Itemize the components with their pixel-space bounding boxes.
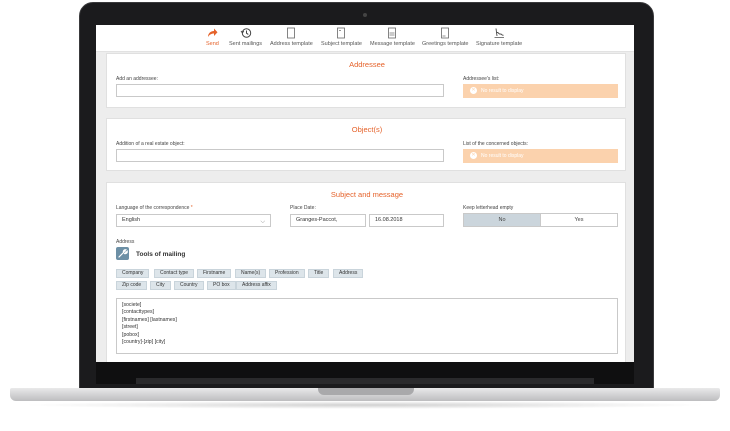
address-line: [contacttypes] [122, 309, 155, 316]
signature-icon [494, 28, 505, 38]
addressee-list-label: Addressee's list: [463, 76, 500, 82]
address-line: [country]-[zip] [city] [122, 339, 166, 346]
objects-list-label: List of the concerned objects: [463, 141, 529, 147]
laptop-mockup: Send Sent mailings Address template Subj… [0, 0, 730, 431]
add-addressee-input[interactable] [116, 84, 444, 97]
letterhead-toggle-yes[interactable]: Yes [540, 213, 618, 227]
address-line: [societe] [122, 302, 142, 308]
tools-of-mailing-title: Tools of mailing [136, 251, 186, 258]
objects-title: Object(s) [351, 125, 383, 134]
address-textarea[interactable]: [societe] [contacttypes] [firstnames] [l… [116, 298, 618, 354]
taskbar [136, 378, 594, 384]
app-screen: Send Sent mailings Address template Subj… [96, 25, 634, 362]
screen-bottom-strip [96, 362, 634, 384]
tag-firstname[interactable]: Firstname [197, 269, 232, 278]
history-icon [240, 28, 251, 38]
document-icon [337, 27, 346, 39]
chevron-down-icon: ⌵ [260, 219, 265, 225]
camera-dot [363, 13, 367, 17]
tag-company[interactable]: Company [116, 269, 150, 278]
laptop-notch [318, 388, 414, 395]
address-label: Address [116, 239, 135, 245]
address-line: [street] [122, 324, 138, 331]
add-object-label: Addition of a real estate object: [116, 141, 185, 147]
letterhead-toggle-no[interactable]: No [463, 213, 541, 227]
place-date-label: Place Date: [290, 205, 316, 211]
document-icon [287, 27, 296, 39]
objects-card: Object(s) Addition of a real estate obje… [106, 118, 626, 171]
tag-zip-code[interactable]: Zip code [116, 281, 148, 290]
tag-address-affix[interactable]: Address affix [236, 281, 277, 290]
toolbar-greetings-template[interactable]: Greetings template [422, 27, 468, 47]
wrench-icon [116, 247, 129, 260]
add-object-input[interactable] [116, 149, 444, 162]
tag-title[interactable]: Title [308, 269, 330, 278]
send-icon [208, 28, 218, 37]
document-icon [388, 27, 397, 39]
add-addressee-label: Add an addressee: [116, 76, 158, 82]
addressee-card: Addressee Add an addressee: Addressee's … [106, 53, 626, 108]
tag-country[interactable]: Country [174, 281, 204, 290]
place-input[interactable]: Granges-Paccot, [290, 214, 366, 227]
letterhead-label: Keep letterhead empty [463, 205, 514, 211]
template-toolbar: Send Sent mailings Address template Subj… [96, 25, 634, 52]
address-line: [firstnames] [lastnames] [122, 316, 177, 323]
language-select[interactable]: English ⌵ [116, 214, 271, 227]
address-line: [pobox] [122, 331, 140, 338]
tag-profession[interactable]: Profession [269, 269, 305, 278]
tag-po-box[interactable]: PO box [207, 281, 236, 290]
document-icon [441, 27, 450, 39]
addressee-list-empty: ✕ No result to display [463, 84, 618, 98]
language-label: Language of the correspondence * [116, 205, 193, 211]
toolbar-subject-template[interactable]: Subject template [321, 27, 362, 47]
objects-list-empty: ✕ No result to display [463, 149, 618, 163]
tag-names[interactable]: Name(s) [235, 269, 267, 278]
laptop-shadow [20, 401, 710, 409]
toolbar-sent-mailings[interactable]: Sent mailings [229, 27, 262, 47]
close-icon: ✕ [470, 87, 477, 95]
subject-message-card: Subject and message Language of the corr… [106, 182, 626, 362]
date-input[interactable]: 16.08.2018 [369, 214, 444, 227]
toolbar-address-template[interactable]: Address template [270, 27, 313, 47]
tag-contact-type[interactable]: Contact type [154, 269, 195, 278]
toolbar-signature-template[interactable]: Signature template [476, 27, 522, 47]
addressee-title: Addressee [349, 60, 385, 69]
tag-address[interactable]: Address [333, 269, 364, 278]
subject-title: Subject and message [330, 190, 404, 199]
toolbar-message-template[interactable]: Message template [370, 27, 415, 47]
toolbar-send[interactable]: Send [206, 27, 219, 47]
tag-city[interactable]: City [150, 281, 171, 290]
close-icon: ✕ [470, 152, 477, 160]
